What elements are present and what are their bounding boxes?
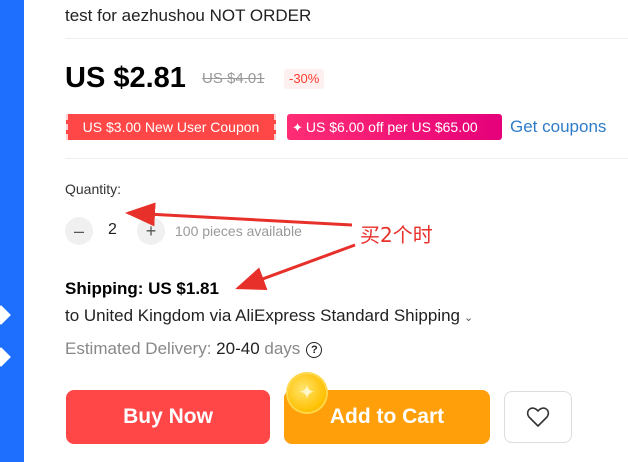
current-price: US $2.81 xyxy=(65,62,186,94)
available-stock: 100 pieces available xyxy=(175,223,302,239)
coin-sparkle-icon: ✦ xyxy=(288,374,326,412)
diamond-icon xyxy=(0,347,11,367)
delivery-unit: days xyxy=(264,339,301,358)
divider xyxy=(65,158,628,159)
original-price: US $4.01 xyxy=(202,70,265,87)
product-title: test for aezhushou NOT ORDER xyxy=(65,6,312,25)
store-coupon[interactable]: ✦ US $6.00 off per US $65.00 xyxy=(287,114,502,140)
estimated-delivery: Estimated Delivery: 20-40 days? xyxy=(65,339,323,359)
shipping-route-text: to United Kingdom via AliExpress Standar… xyxy=(65,306,461,325)
annotation-text: 买2个时 xyxy=(360,223,433,247)
question-circle-icon[interactable]: ? xyxy=(306,341,323,358)
buy-now-button[interactable]: Buy Now xyxy=(66,390,270,444)
side-panel-strip xyxy=(0,0,24,462)
store-coupon-label: US $6.00 off per US $65.00 xyxy=(305,119,478,135)
arrow-to-shipping xyxy=(235,243,356,290)
get-coupons-link[interactable]: Get coupons xyxy=(510,117,606,137)
delivery-range: 20-40 xyxy=(216,339,260,358)
shipping-method-selector[interactable]: to United Kingdom via AliExpress Standar… xyxy=(65,306,473,326)
chevron-down-icon: ⌄ xyxy=(464,312,474,324)
quantity-value[interactable]: 2 xyxy=(108,221,117,239)
divider xyxy=(65,38,628,39)
delivery-label: Estimated Delivery: xyxy=(65,339,212,358)
quantity-label: Quantity: xyxy=(65,181,122,197)
diamond-icon xyxy=(0,305,11,325)
new-user-coupon[interactable]: US $3.00 New User Coupon xyxy=(66,114,276,140)
discount-badge: -30% xyxy=(284,69,325,89)
sparkle-icon: ✦ xyxy=(292,120,303,135)
wishlist-button[interactable] xyxy=(504,391,572,443)
heart-icon xyxy=(526,407,550,427)
quantity-increase-button[interactable]: + xyxy=(137,217,165,245)
shipping-price: Shipping: US $1.81 xyxy=(65,279,219,298)
quantity-decrease-button[interactable]: – xyxy=(65,217,93,245)
